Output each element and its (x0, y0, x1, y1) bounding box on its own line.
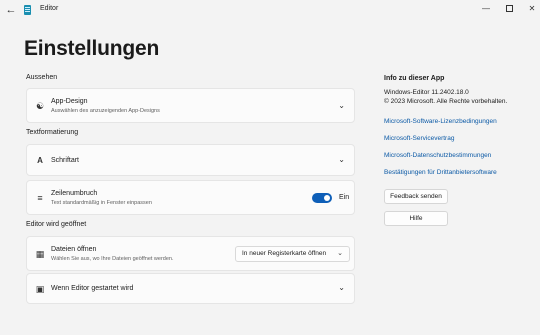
maximize-button[interactable] (501, 2, 517, 14)
app-version: Windows-Editor 11.2402.18.0 (384, 89, 469, 96)
section-text-formatting: Textformatierung (26, 129, 79, 136)
word-wrap-card: ≡ Zeilenumbruch Text standardmäßig in Fe… (26, 180, 355, 215)
open-files-label: Dateien öffnen (51, 246, 97, 253)
privacy-statement-link[interactable]: Microsoft-Datenschutzbestimmungen (384, 152, 491, 159)
help-button[interactable]: Hilfe (384, 211, 448, 226)
word-wrap-toggle[interactable] (312, 193, 332, 203)
chevron-down-icon[interactable]: ⌄ (338, 283, 345, 292)
startup-card[interactable]: ▣ Wenn Editor gestartet wird ⌄ (26, 273, 355, 304)
services-agreement-link[interactable]: Microsoft-Servicevertrag (384, 135, 454, 142)
copyright-text: © 2023 Microsoft. Alle Rechte vorbehalte… (384, 98, 508, 105)
notepad-app-icon (24, 5, 31, 15)
chevron-down-icon[interactable]: ⌄ (338, 101, 345, 110)
toggle-knob (324, 195, 330, 201)
font-label: Schriftart (51, 157, 80, 164)
window-title: Editor (40, 5, 59, 12)
paint-brush-icon: ☯ (35, 100, 45, 111)
section-appearance: Aussehen (26, 74, 58, 81)
open-files-description: Wählen Sie aus, wo Ihre Dateien geöffnet… (51, 256, 174, 262)
section-editor-opened: Editor wird geöffnet (26, 221, 87, 228)
license-terms-link[interactable]: Microsoft-Software-Lizenzbedingungen (384, 118, 497, 125)
title-bar: ← Editor — ✕ (0, 0, 540, 20)
maximize-icon (505, 4, 513, 12)
page-title: Einstellungen (24, 37, 160, 60)
open-files-selected: In neuer Registerkarte öffnen (242, 250, 327, 257)
app-design-description: Auswählen des anzuzeigenden App-Designs (51, 108, 160, 114)
back-arrow-icon[interactable]: ← (4, 3, 18, 17)
chevron-down-icon[interactable]: ⌄ (338, 155, 345, 164)
window-icon: ▣ (35, 283, 45, 294)
chevron-down-icon: ⌄ (337, 250, 343, 257)
word-wrap-description: Text standardmäßig in Fenster einpassen (51, 200, 152, 206)
about-title: Info zu dieser App (384, 75, 445, 82)
word-wrap-toggle-label: Ein (339, 194, 350, 201)
app-design-card[interactable]: ☯ App-Design Auswählen des anzuzeigenden… (26, 88, 355, 123)
word-wrap-icon: ≡ (37, 193, 43, 203)
third-party-notices-link[interactable]: Bestätigungen für Drittanbietersoftware (384, 169, 497, 176)
startup-label: Wenn Editor gestartet wird (51, 285, 134, 292)
open-files-dropdown[interactable]: In neuer Registerkarte öffnen ⌄ (235, 246, 350, 262)
close-button[interactable]: ✕ (524, 2, 540, 14)
word-wrap-label: Zeilenumbruch (51, 190, 98, 197)
feedback-button[interactable]: Feedback senden (384, 189, 448, 204)
open-files-card: ▦ Dateien öffnen Wählen Sie aus, wo Ihre… (26, 236, 355, 271)
minimize-button[interactable]: — (478, 2, 494, 14)
font-card[interactable]: A Schriftart ⌄ (26, 144, 355, 176)
open-file-icon: ▦ (35, 248, 45, 259)
app-design-label: App-Design (51, 98, 88, 105)
font-icon: A (37, 155, 43, 165)
